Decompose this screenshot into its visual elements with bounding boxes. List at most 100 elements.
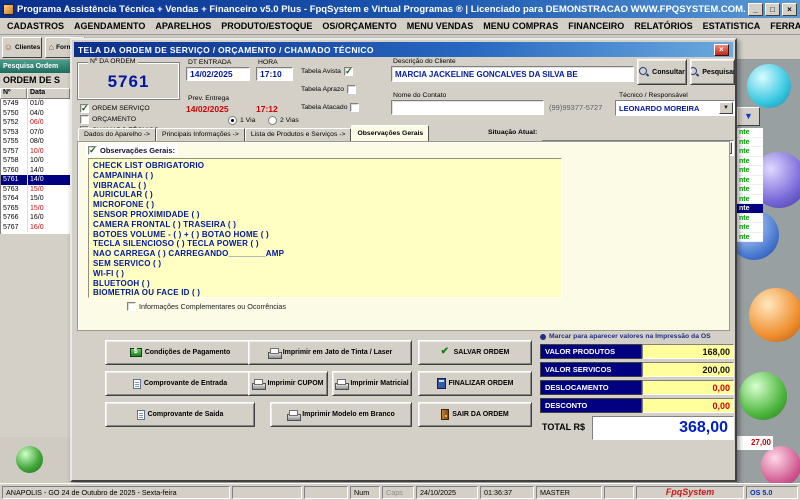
status-bar: ANAPOLIS - GO 24 de Outubro de 2025 - Se… [0,483,800,500]
checkbox-observacoes-gerais[interactable]: Observações Gerais: [85,144,179,156]
menu-item[interactable]: AGENDAMENTO [69,19,150,33]
finalizar-ordem-button[interactable]: FINALIZAR ORDEM [418,371,532,396]
dialog-close-button[interactable]: × [714,43,729,56]
menu-item[interactable]: FINANCEIRO [563,19,629,33]
imprimir-matricial-button[interactable]: Imprimir Matricial [332,371,412,396]
magnifier-icon [691,67,699,77]
wallpaper-ball [749,288,800,342]
order-row[interactable]: 5766 16/0 [1,213,70,223]
checkbox-tabela-atacado[interactable]: Tabela Atacado [301,103,360,112]
descricao-cliente-field[interactable]: MARCIA JACKELINE GONCALVES DA SILVA BE [391,66,634,82]
tecnico-combo[interactable]: LEONARDO MOREIRA [615,100,735,116]
service-order-dialog: TELA DA ORDEM DE SERVIÇO / ORÇAMENTO / C… [70,38,737,482]
fpqsystem-logo: FpqSystem [636,485,744,499]
comprovante-saida-button[interactable]: Comprovante de Saida [105,402,255,427]
order-row[interactable]: 5764 15/0 [1,194,70,204]
imprimir-modelo-branco-button[interactable]: Imprimir Modelo em Branco [270,402,412,427]
orders-grid-title: ORDEM DE S [3,75,61,85]
value-row: DESLOCAMENTO 0,00 [540,380,734,395]
status-user: MASTER [536,485,602,499]
order-row[interactable]: 5753 07/0 [1,127,70,137]
status-fragment-row: nte [737,137,763,147]
tab-principais-informacoes[interactable]: Principais Informações -> [155,128,245,142]
tab-dados-aparelho[interactable]: Dados do Aparelho -> [78,128,156,142]
menu-item[interactable]: CADASTROS [2,19,69,33]
status-fragment-row: nte [737,147,763,157]
window-title: Programa Assistência Técnica + Vendas + … [17,3,745,15]
close-button[interactable]: × [782,2,797,16]
order-row[interactable]: 5757 10/0 [1,146,70,156]
tab-clientes-label: Clientes [14,43,41,51]
status-fragment-row: nte [737,175,763,185]
dialog-title: TELA DA ORDEM DE SERVIÇO / ORÇAMENTO / C… [78,44,374,55]
column-header-num[interactable]: Nº [0,88,27,99]
descricao-cliente-label: Descrição do Cliente [393,58,456,65]
column-header-date[interactable]: Data [27,88,70,99]
tab-clientes[interactable]: ☺ Clientes [2,36,42,58]
checkbox-ordem-servico[interactable]: ORDEM SERVIÇO [80,103,150,114]
order-row[interactable]: 5749 01/0 [1,99,70,109]
suppliers-icon: ⌂ [48,42,55,52]
checkbox-checked-icon [343,66,353,77]
observacoes-textarea[interactable]: CHECK LIST OBRIGATORIO CAMPAINHA ( ) VIB… [88,158,562,298]
hora-field[interactable]: 17:10 [256,67,293,81]
checkbox-tabela-avista[interactable]: Tabela Avista [301,66,353,77]
tab-observacoes-gerais[interactable]: Observações Gerais [351,125,430,142]
nome-contato-field[interactable] [391,100,544,115]
exit-door-icon [441,409,450,420]
calculator-icon [436,378,446,389]
order-row[interactable]: 5761 14/0 [1,175,70,185]
order-row[interactable]: 5767 16/0 [1,222,70,232]
green-ball-button[interactable] [16,446,43,473]
order-row[interactable]: 5763 15/0 [1,184,70,194]
menu-item[interactable]: MENU COMPRAS [478,19,563,33]
menu-item[interactable]: ESTATISTICA [698,19,766,33]
order-row[interactable]: 5758 10/0 [1,156,70,166]
valores-panel: VALOR PRODUTOS 168,00 VALOR SERVICOS 200… [540,344,734,413]
minimize-button[interactable]: _ [748,2,763,16]
prev-entrega-time[interactable]: 17:12 [256,104,278,114]
menu-item[interactable]: FERRAMENTAS [765,19,800,33]
order-row[interactable]: 5755 08/0 [1,137,70,147]
radio-2-vias[interactable]: 2 Vias [268,116,299,125]
salvar-ordem-button[interactable]: SALVAR ORDEM [418,340,532,365]
menu-item[interactable]: APARELHOS [150,19,216,33]
menu-item[interactable]: MENU VENDAS [402,19,479,33]
orders-grid: 5749 01/0 5750 04/0 5752 06/0 5753 07/0 … [0,99,70,234]
telefone-value: (99)99377-5727 [549,103,603,112]
pesquisar-button[interactable]: Pesquisar [690,59,735,85]
menu-item[interactable]: PRODUTO/ESTOQUE [216,19,317,33]
prev-entrega-date[interactable]: 14/02/2025 [186,104,229,114]
app-icon [3,3,14,15]
wallpaper-ball [747,64,791,108]
menu-item[interactable]: RELATÓRIOS [629,19,697,33]
menu-item[interactable]: OS/ORÇAMENTO [317,19,401,33]
status-version: OS 5.0 [746,485,798,499]
scroll-down-button[interactable]: ▼ [737,107,760,126]
condicoes-pagamento-button[interactable]: Condições de Pagamento [105,340,255,365]
order-row[interactable]: 5760 14/0 [1,165,70,175]
order-row[interactable]: 5765 15/0 [1,203,70,213]
check-icon [441,346,451,358]
tab-lista-produtos-servicos[interactable]: Lista de Produtos e Serviços -> [244,128,352,142]
comprovante-entrada-button[interactable]: Comprovante de Entrada [105,371,255,396]
imprimir-cupom-button[interactable]: Imprimir CUPOM [248,371,328,396]
checkbox-orcamento[interactable]: ORÇAMENTO [80,115,136,124]
checkbox-tabela-aprazo[interactable]: Tabela Aprazo [301,85,357,94]
valores-impressao-radio[interactable]: Marcar para aparecer valores na Impressã… [540,333,711,340]
status-fragment-row: nte [737,128,763,138]
dt-entrada-field[interactable]: 14/02/2025 [186,67,250,81]
checkbox-informacoes-complementares[interactable]: Informações Complementares ou Ocorrência… [127,302,286,311]
checkbox-icon [347,85,357,94]
maximize-button[interactable]: □ [765,2,780,16]
imprimir-jato-laser-button[interactable]: Imprimir em Jato de Tinta / Laser [248,340,412,365]
status-fragment-row: nte [737,156,763,166]
sair-ordem-button[interactable]: SAIR DA ORDEM [418,402,532,427]
radio-1-via[interactable]: 1 Via [228,116,255,125]
order-row[interactable]: 5750 04/0 [1,108,70,118]
status-fragment-row: nte [737,232,763,242]
search-orders-bar[interactable]: Pesquisa Ordem [0,60,70,73]
order-row[interactable]: 5752 06/0 [1,118,70,128]
dt-entrada-label: DT ENTRADA [188,59,232,66]
consultar-button[interactable]: Consultar [637,59,687,85]
